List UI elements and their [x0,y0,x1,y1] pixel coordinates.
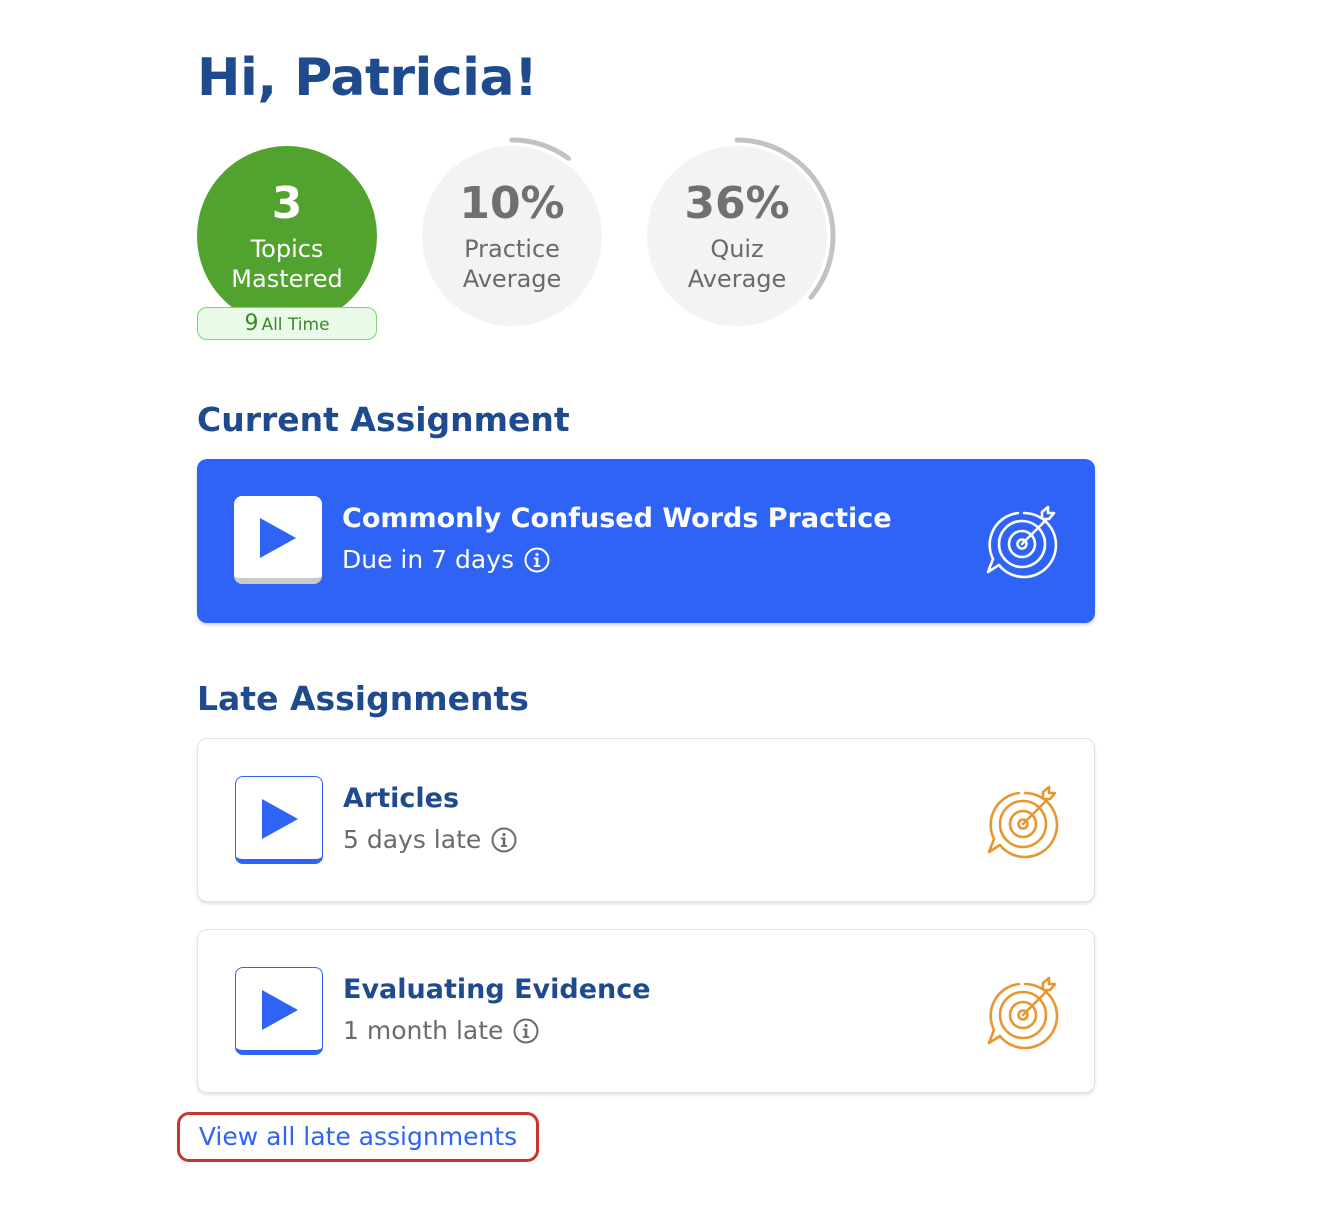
target-icon [987,785,1059,859]
late-assignment-card[interactable]: Articles 5 days late [197,738,1095,902]
info-icon[interactable] [524,547,550,573]
current-assignment-heading: Current Assignment [197,400,570,439]
info-icon[interactable] [513,1018,539,1044]
play-icon [260,518,296,558]
quiz-average-stat: 36% Quiz Average [647,137,836,326]
quiz-average-label-line1: Quiz [710,235,764,263]
topics-mastered-value: 3 [271,178,303,229]
all-time-badge: 9 All Time [197,307,377,340]
play-button[interactable] [235,967,323,1055]
practice-average-value: 10% [459,178,565,229]
practice-average-label-line1: Practice [464,235,560,263]
target-icon [986,505,1058,579]
quiz-average-value: 36% [684,178,790,229]
assignment-due-text: Due in 7 days [342,545,515,574]
practice-average-stat: 10% Practice Average [422,137,602,326]
assignment-late-status: 5 days late [343,823,517,857]
assignment-due: Due in 7 days [342,543,550,577]
late-assignment-card[interactable]: Evaluating Evidence 1 month late [197,929,1095,1093]
late-assignments-heading: Late Assignments [197,679,529,718]
all-time-count: 9 [244,311,259,336]
quiz-average-label: Quiz Average [647,234,827,294]
topics-mastered-label-line1: Topics [250,235,324,263]
play-icon [262,799,298,839]
dashboard-page: Hi, Patricia! 3 Topics Mastered 9 All Tim… [0,0,1328,1222]
play-button[interactable] [235,776,323,864]
practice-average-label: Practice Average [422,234,602,294]
topics-mastered-label-line2: Mastered [231,265,343,293]
quiz-average-label-line2: Average [687,265,787,293]
assignment-title: Evaluating Evidence [343,974,651,1005]
assignment-late-status: 1 month late [343,1014,539,1048]
current-assignment-card[interactable]: Commonly Confused Words Practice Due in … [197,459,1095,623]
practice-average-label-line2: Average [462,265,562,293]
play-button[interactable] [234,496,322,584]
assignment-late-text: 1 month late [343,1016,504,1045]
view-all-late-assignments-link[interactable]: View all late assignments [177,1112,539,1162]
topics-mastered-label: Topics Mastered [197,234,377,294]
target-icon [987,976,1059,1050]
play-icon [262,990,298,1030]
assignment-late-text: 5 days late [343,825,482,854]
topics-mastered-stat: 3 Topics Mastered [197,146,377,326]
all-time-label: All Time [261,315,330,335]
assignment-title: Articles [343,783,460,814]
practice-progress-arc [509,137,571,161]
info-icon[interactable] [491,827,517,853]
greeting-heading: Hi, Patricia! [197,48,538,108]
assignment-title: Commonly Confused Words Practice [342,503,892,534]
